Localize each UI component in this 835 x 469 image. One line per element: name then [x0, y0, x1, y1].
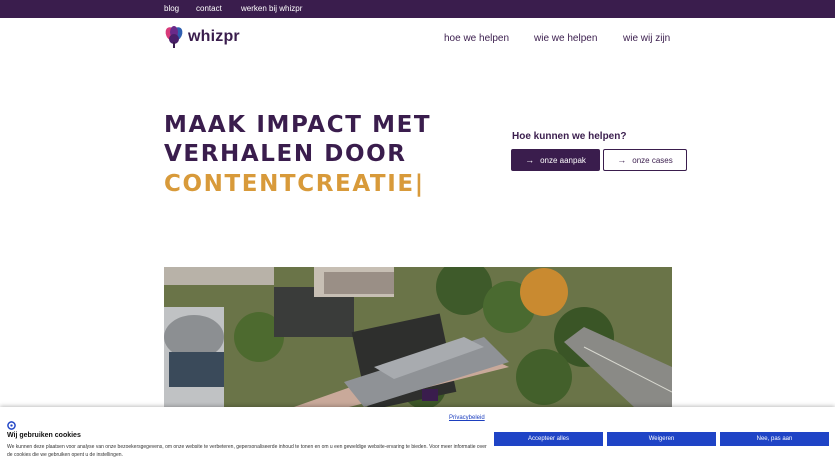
brand-name: whizpr — [188, 28, 240, 45]
hero-heading-line-1: MAAK IMPACT MET — [164, 112, 432, 138]
arrow-right-icon: → — [617, 155, 627, 165]
help-question: Hoe kunnen we helpen? — [512, 131, 627, 142]
site-logo[interactable]: whizpr — [163, 25, 240, 49]
top-bar: blog contact werken bij whizpr — [0, 0, 835, 18]
cookie-text: We kunnen deze plaatsen voor analyse van… — [7, 444, 487, 458]
logo-mark-icon — [165, 26, 183, 48]
arrow-right-icon: → — [525, 155, 535, 165]
nav-item-who-we-help[interactable]: wie we helpen — [534, 33, 597, 44]
nav-item-who-we-are[interactable]: wie wij zijn — [623, 33, 670, 44]
hero-aerial-photo — [164, 267, 672, 407]
aerial-photo-image — [164, 267, 672, 407]
our-approach-button[interactable]: → onze aanpak — [511, 149, 600, 171]
hero-heading-line-3: CONTENTCREATIE| — [164, 171, 425, 197]
our-approach-label: onze aanpak — [540, 155, 586, 165]
customize-button[interactable]: Nee, pas aan — [720, 432, 829, 446]
our-cases-label: onze cases — [632, 155, 673, 165]
cookie-title: Wij gebruiken cookies — [7, 432, 81, 439]
cookie-banner: Privacybeleid Wij gebruiken cookies We k… — [0, 407, 835, 469]
topbar-link-contact[interactable]: contact — [196, 4, 222, 13]
hero-heading-line-2: VERHALEN DOOR — [164, 141, 407, 167]
decline-button[interactable]: Weigeren — [607, 432, 716, 446]
topbar-link-blog[interactable]: blog — [164, 4, 179, 13]
our-cases-button[interactable]: → onze cases — [603, 149, 687, 171]
topbar-link-careers[interactable]: werken bij whizpr — [241, 4, 302, 13]
privacy-policy-link[interactable]: Privacybeleid — [449, 415, 485, 421]
accept-all-button[interactable]: Accepteer alles — [494, 432, 603, 446]
cookie-brand-icon — [7, 421, 16, 430]
nav-item-how-we-help[interactable]: hoe we helpen — [444, 33, 509, 44]
